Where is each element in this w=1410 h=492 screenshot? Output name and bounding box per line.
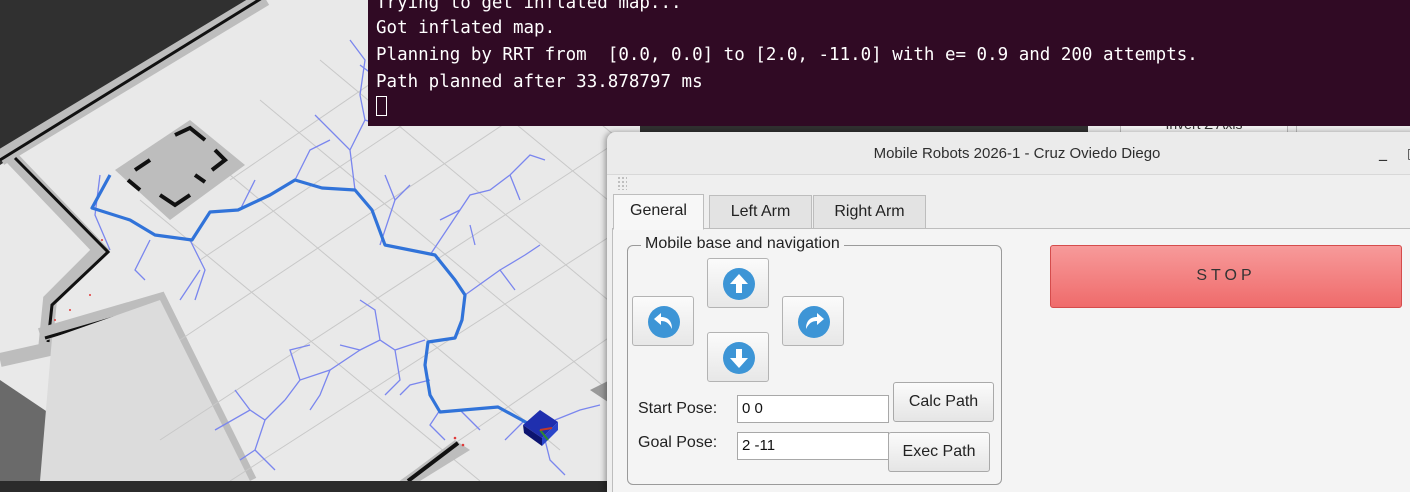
move-backward-button[interactable] — [707, 332, 769, 382]
terminal-cursor — [376, 96, 387, 116]
start-pose-label: Start Pose: — [638, 400, 718, 417]
terminal-line: Path planned after 33.878797 ms — [376, 72, 703, 92]
tab-left-arm[interactable]: Left Arm — [709, 195, 812, 229]
exec-path-button[interactable]: Exec Path — [888, 432, 990, 472]
window-titlebar[interactable]: Mobile Robots 2026-1 - Cruz Oviedo Diego… — [607, 132, 1410, 175]
turn-right-button[interactable] — [782, 296, 844, 346]
minimize-button[interactable]: _ — [1379, 142, 1387, 161]
window-title: Mobile Robots 2026-1 - Cruz Oviedo Diego — [873, 145, 1161, 162]
turn-right-icon — [798, 306, 830, 338]
arrow-down-icon — [723, 342, 755, 374]
terminal-line: Got inflated map. — [376, 18, 556, 38]
move-forward-button[interactable] — [707, 258, 769, 308]
calc-path-button[interactable]: Calc Path — [893, 382, 994, 422]
toolbar-grip[interactable] — [617, 176, 627, 190]
stop-button[interactable]: STOP — [1050, 245, 1402, 308]
tab-general[interactable]: General — [613, 194, 704, 230]
mobile-robots-gui-window: Mobile Robots 2026-1 - Cruz Oviedo Diego… — [607, 132, 1410, 492]
tab-right-arm[interactable]: Right Arm — [813, 195, 926, 229]
turn-left-button[interactable] — [632, 296, 694, 346]
start-pose-input[interactable]: 0 0 — [737, 395, 889, 423]
goal-pose-input[interactable]: 2 -11 — [737, 432, 889, 460]
turn-left-icon — [648, 306, 680, 338]
terminal-line: Trying to get inflated map... — [376, 0, 682, 13]
group-title: Mobile base and navigation — [641, 235, 844, 253]
arrow-up-icon — [723, 268, 755, 300]
goal-pose-label: Goal Pose: — [638, 434, 718, 451]
terminal-line: Planning by RRT from [0.0, 0.0] to [2.0,… — [376, 45, 1198, 65]
terminal-window[interactable]: Trying to get inflated map... Got inflat… — [368, 0, 1410, 126]
